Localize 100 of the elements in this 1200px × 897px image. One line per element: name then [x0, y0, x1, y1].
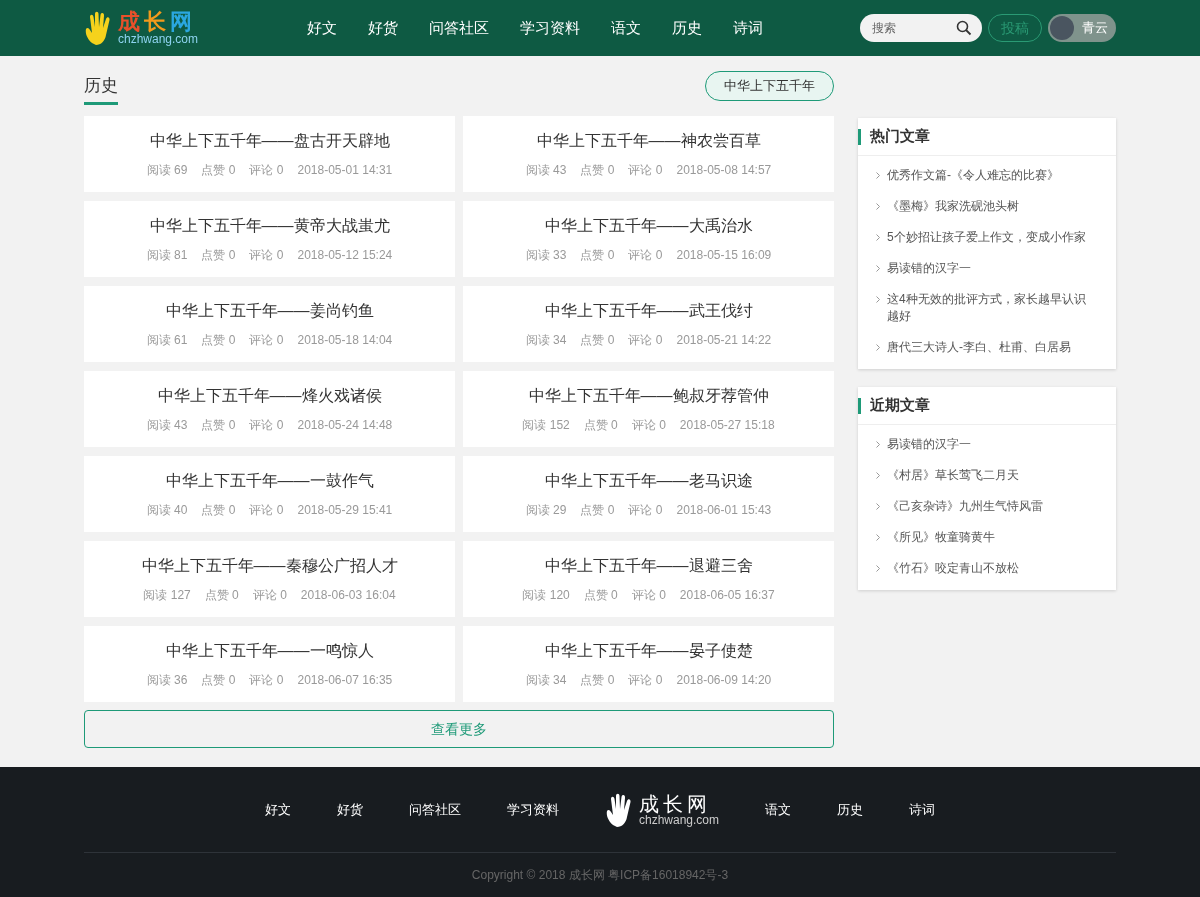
chevron-icon — [876, 203, 880, 210]
sidebar-link[interactable]: 《墨梅》我家洗砚池头树 — [887, 198, 1019, 215]
article-title: 中华上下五千年——老马识途 — [544, 471, 753, 491]
nav-link[interactable]: 诗词 — [730, 16, 766, 40]
article-title: 中华上下五千年——秦穆公广招人才 — [141, 556, 398, 576]
article-card[interactable]: 中华上下五千年——退避三舍 阅读 120 点赞 0 评论 0 2018-06-05 16:37 — [463, 541, 834, 617]
comment-count: 评论 0 — [628, 502, 663, 519]
logo-title: 成长网 — [118, 11, 197, 33]
comment-count: 评论 0 — [249, 247, 284, 264]
comment-count: 评论 0 — [628, 162, 663, 179]
sidebar-link[interactable]: 《竹石》咬定青山不放松 — [887, 560, 1019, 577]
read-count: 阅读 36 — [146, 672, 188, 689]
read-count: 阅读 61 — [146, 332, 188, 349]
article-date: 2018-05-27 15:18 — [679, 417, 775, 434]
comment-count: 评论 0 — [628, 672, 663, 689]
footer-link[interactable]: 好文 — [264, 799, 291, 820]
read-count: 阅读 152 — [522, 417, 570, 434]
nav-link[interactable]: 历史 — [669, 16, 705, 40]
article-title: 中华上下五千年——大禹治水 — [544, 216, 753, 236]
article-card[interactable]: 中华上下五千年——盘古开天辟地 阅读 69 点赞 0 评论 0 2018-05-01 14:31 — [84, 116, 455, 192]
footer-link[interactable]: 学习资料 — [506, 799, 559, 820]
like-count: 点赞 0 — [580, 162, 615, 179]
search-field[interactable]: 搜索 — [860, 14, 982, 42]
article-card[interactable]: 中华上下五千年——秦穆公广招人才 阅读 127 点赞 0 评论 0 2018-06-03 16:04 — [84, 541, 455, 617]
read-count: 阅读 34 — [525, 332, 567, 349]
article-card[interactable]: 中华上下五千年——鲍叔牙荐管仲 阅读 152 点赞 0 评论 0 2018-05-27 15:18 — [463, 371, 834, 447]
sidebar-title: 热门文章 — [870, 126, 930, 147]
article-date: 2018-05-18 14:04 — [297, 332, 393, 349]
article-date: 2018-06-07 16:35 — [297, 672, 393, 689]
chevron-icon — [876, 172, 880, 179]
like-count: 点赞 0 — [201, 332, 236, 349]
article-title: 中华上下五千年——烽火戏诸侯 — [157, 386, 382, 406]
sidebar-link[interactable]: 优秀作文篇-《令人难忘的比赛》 — [887, 167, 1059, 184]
footer-link[interactable]: 问答社区 — [408, 799, 461, 820]
article-date: 2018-05-12 15:24 — [297, 247, 393, 264]
comment-count: 评论 0 — [249, 417, 284, 434]
article-card[interactable]: 中华上下五千年——大禹治水 阅读 33 点赞 0 评论 0 2018-05-15 16:09 — [463, 201, 834, 277]
comment-count: 评论 0 — [628, 247, 663, 264]
article-date: 2018-05-15 16:09 — [676, 247, 772, 264]
chevron-icon — [876, 472, 880, 479]
read-count: 阅读 29 — [525, 502, 567, 519]
footer-link[interactable]: 诗词 — [909, 799, 935, 820]
nav-link[interactable]: 好文 — [304, 16, 340, 40]
like-count: 点赞 0 — [204, 587, 239, 604]
sidebar-link[interactable]: 《所见》牧童骑黄牛 — [887, 529, 995, 546]
footer-link[interactable]: 好货 — [336, 799, 363, 820]
chevron-icon — [876, 234, 880, 241]
sidebar-title: 近期文章 — [870, 395, 930, 416]
article-date: 2018-05-24 14:48 — [297, 417, 393, 434]
read-count: 阅读 33 — [525, 247, 567, 264]
article-card[interactable]: 中华上下五千年——武王伐纣 阅读 34 点赞 0 评论 0 2018-05-21 14:22 — [463, 286, 834, 362]
article-card[interactable]: 中华上下五千年——老马识途 阅读 29 点赞 0 评论 0 2018-06-01 15:43 — [463, 456, 834, 532]
article-date: 2018-05-29 15:41 — [297, 502, 393, 519]
sidebar-link[interactable]: 5个妙招让孩子爱上作文，变成小作家 — [887, 229, 1086, 246]
article-card[interactable]: 中华上下五千年——黄帝大战蚩尤 阅读 81 点赞 0 评论 0 2018-05-12 15:24 — [84, 201, 455, 277]
tag-button[interactable]: 中华上下五千年 — [705, 71, 834, 101]
footer-link[interactable]: 语文 — [765, 799, 791, 820]
nav-link[interactable]: 学习资料 — [517, 16, 583, 40]
article-title: 中华上下五千年——盘古开天辟地 — [149, 131, 390, 151]
read-count: 阅读 40 — [146, 502, 188, 519]
like-count: 点赞 0 — [580, 502, 615, 519]
read-count: 阅读 120 — [522, 587, 570, 604]
nav-link[interactable]: 好货 — [365, 16, 401, 40]
like-count: 点赞 0 — [201, 247, 236, 264]
sidebar-link[interactable]: 易读错的汉字一 — [887, 260, 971, 277]
sidebar-link[interactable]: 唐代三大诗人-李白、杜甫、白居易 — [887, 339, 1071, 356]
read-count: 阅读 81 — [146, 247, 188, 264]
article-date: 2018-06-09 14:20 — [676, 672, 772, 689]
article-date: 2018-05-08 14:57 — [676, 162, 772, 179]
chevron-icon — [876, 534, 880, 541]
footer-logo-title: 成长网 — [638, 793, 711, 814]
like-count: 点赞 0 — [201, 417, 236, 434]
article-card[interactable]: 中华上下五千年——晏子使楚 阅读 34 点赞 0 评论 0 2018-06-09 14:20 — [463, 626, 834, 702]
article-card[interactable]: 中华上下五千年——烽火戏诸侯 阅读 43 点赞 0 评论 0 2018-05-24 14:48 — [84, 371, 455, 447]
chevron-icon — [876, 296, 880, 303]
copyright: Copyright © 2018 成长网 粤ICP备16018942号-3 — [471, 867, 729, 884]
comment-count: 评论 0 — [628, 332, 663, 349]
search-icon[interactable] — [956, 20, 972, 36]
like-count: 点赞 0 — [580, 672, 615, 689]
read-count: 阅读 43 — [146, 417, 188, 434]
sidebar-link[interactable]: 这4种无效的批评方式，家长越早认识越好 — [887, 291, 1096, 325]
sidebar-link[interactable]: 《己亥杂诗》九州生气恃风雷 — [887, 498, 1043, 515]
nav-link[interactable]: 问答社区 — [426, 16, 492, 40]
sidebar-link[interactable]: 《村居》草长莺飞二月天 — [887, 467, 1019, 484]
footer-link[interactable]: 历史 — [837, 799, 863, 820]
comment-count: 评论 0 — [249, 162, 284, 179]
article-card[interactable]: 中华上下五千年——一鸣惊人 阅读 36 点赞 0 评论 0 2018-06-07 16:35 — [84, 626, 455, 702]
article-title: 中华上下五千年——一鸣惊人 — [165, 641, 374, 661]
sidebar-link[interactable]: 易读错的汉字一 — [887, 436, 971, 453]
like-count: 点赞 0 — [583, 417, 618, 434]
like-count: 点赞 0 — [201, 672, 236, 689]
comment-count: 评论 0 — [252, 587, 287, 604]
article-date: 2018-05-01 14:31 — [297, 162, 393, 179]
article-title: 中华上下五千年——一鼓作气 — [165, 471, 374, 491]
article-card[interactable]: 中华上下五千年——姜尚钓鱼 阅读 61 点赞 0 评论 0 2018-05-18 14:04 — [84, 286, 455, 362]
article-card[interactable]: 中华上下五千年——一鼓作气 阅读 40 点赞 0 评论 0 2018-05-29 15:41 — [84, 456, 455, 532]
article-title: 中华上下五千年——黄帝大战蚩尤 — [149, 216, 390, 236]
nav-link[interactable]: 语文 — [608, 16, 644, 40]
article-date: 2018-06-05 16:37 — [679, 587, 775, 604]
article-card[interactable]: 中华上下五千年——神农尝百草 阅读 43 点赞 0 评论 0 2018-05-08 14:57 — [463, 116, 834, 192]
